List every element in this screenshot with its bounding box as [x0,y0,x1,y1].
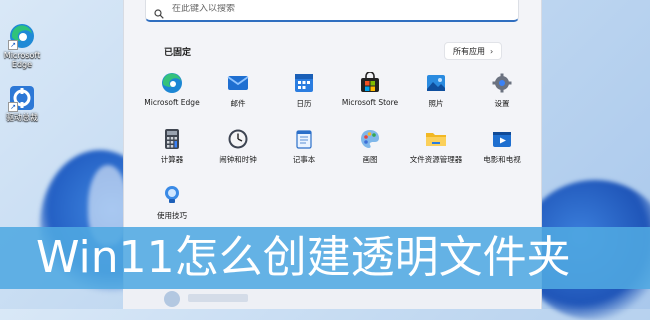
app-microsoft-store[interactable]: Microsoft Store [336,71,404,107]
app-photos[interactable]: 照片 [402,72,470,109]
photos-icon [425,72,447,94]
start-menu-footer [123,289,540,309]
movies-tv-icon [491,128,513,150]
edge-icon: ↗ [8,22,36,50]
banner-title: Win11怎么创建透明文件夹 [36,232,571,283]
chevron-right-icon: › [490,46,494,56]
paint-icon [359,128,381,150]
app-label: 闹钟和时钟 [219,155,257,164]
app-label: 日历 [296,99,312,108]
all-apps-button[interactable]: 所有应用 › [444,42,503,60]
app-movies-tv[interactable]: 电影和电视 [468,128,536,165]
app-label: 设置 [494,99,510,108]
desktop-icon-label: 驱动总裁 [6,113,38,122]
clock-icon [227,128,249,150]
settings-icon [491,72,513,94]
tips-icon [161,184,183,206]
store-icon [359,71,381,94]
app-settings[interactable]: 设置 [468,72,536,109]
search-input[interactable] [172,3,472,14]
app-label: 记事本 [292,155,316,164]
pinned-section-title: 已固定 [164,48,192,58]
shortcut-arrow-icon: ↗ [8,102,18,112]
app-file-explorer[interactable]: 文件资源管理器 [402,128,470,165]
file-explorer-icon [425,128,447,150]
notepad-icon [293,128,315,150]
desktop-icon-label: Microsoft Edge [3,51,41,69]
search-icon [154,4,164,19]
app-mail[interactable]: 邮件 [204,72,272,109]
app-notepad[interactable]: 记事本 [270,128,338,165]
app-calendar[interactable]: 日历 [270,72,338,109]
shortcut-arrow-icon: ↗ [8,40,18,50]
desktop-icon-driver-tool[interactable]: ↗ 驱动总裁 [2,84,42,122]
app-label: 电影和电视 [483,155,521,164]
app-label: Microsoft Store [341,98,399,107]
app-label: 使用技巧 [157,211,187,220]
calculator-icon [161,128,183,150]
desktop-icon-edge[interactable]: ↗ Microsoft Edge [2,22,42,69]
app-label: 邮件 [230,99,246,108]
app-alarms-clock[interactable]: 闹钟和时钟 [204,128,272,165]
user-name-placeholder [188,294,248,302]
app-label: Microsoft Edge [144,98,200,107]
app-paint[interactable]: 画图 [336,128,404,165]
mail-icon [227,72,249,94]
search-box[interactable] [145,0,519,22]
app-calculator[interactable]: 计算器 [138,128,206,165]
app-label: 文件资源管理器 [409,155,463,164]
app-microsoft-edge[interactable]: Microsoft Edge [138,72,206,107]
driver-tool-icon: ↗ [8,84,36,112]
app-label: 照片 [428,99,444,108]
edge-icon [161,72,183,94]
app-tips[interactable]: 使用技巧 [138,184,206,221]
app-label: 计算器 [160,155,184,164]
avatar[interactable] [164,291,180,307]
app-label: 画图 [362,155,378,164]
all-apps-label: 所有应用 [453,46,485,56]
calendar-icon [293,72,315,94]
